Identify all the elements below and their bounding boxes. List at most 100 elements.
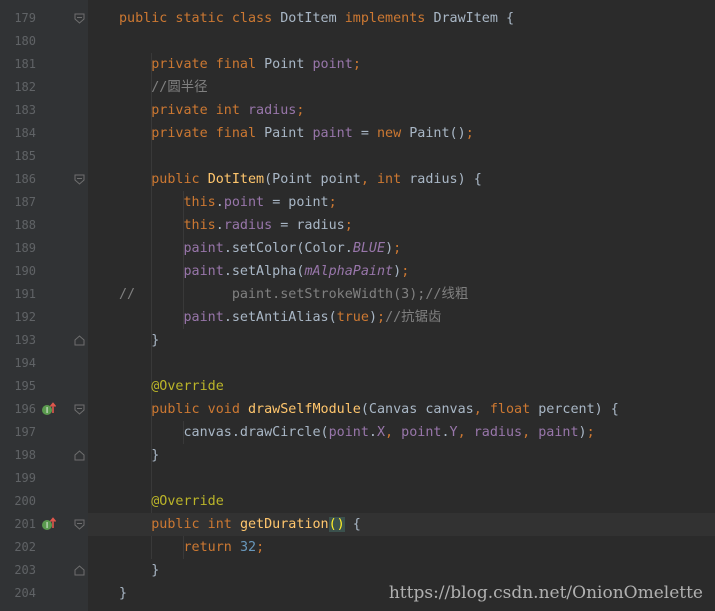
code-line[interactable]: 188 this.radius = radius; bbox=[0, 214, 715, 237]
code-token: //圆半径 bbox=[119, 80, 208, 95]
code-line[interactable]: 190 paint.setAlpha(mAlphaPaint); bbox=[0, 260, 715, 283]
code-token: true bbox=[336, 310, 369, 325]
code-text[interactable]: paint.setAlpha(mAlphaPaint); bbox=[88, 260, 715, 283]
code-line[interactable]: 187 this.point = point; bbox=[0, 191, 715, 214]
code-text[interactable]: this.radius = radius; bbox=[88, 214, 715, 237]
code-text[interactable]: paint.setColor(Color.BLUE); bbox=[88, 237, 715, 260]
code-token: radius bbox=[473, 425, 523, 440]
line-number: 196 bbox=[14, 402, 36, 416]
code-text[interactable]: @Override bbox=[88, 375, 715, 398]
code-text[interactable]: paint.setAntiAlias(true);//抗锯齿 bbox=[88, 306, 715, 329]
fold-toggle-icon[interactable] bbox=[74, 519, 85, 530]
code-token: public void bbox=[119, 402, 248, 417]
code-text[interactable]: public static class DotItem implements D… bbox=[88, 7, 715, 30]
line-number: 181 bbox=[14, 57, 36, 71]
code-token: radius bbox=[223, 218, 281, 233]
code-token: point bbox=[401, 425, 442, 440]
fold-toggle-icon[interactable] bbox=[74, 335, 85, 346]
fold-toggle-icon[interactable] bbox=[74, 565, 85, 576]
code-token: , bbox=[457, 425, 474, 440]
code-line[interactable]: 180 bbox=[0, 30, 715, 53]
code-line[interactable]: 197 canvas.drawCircle(point.X, point.Y, … bbox=[0, 421, 715, 444]
code-text[interactable]: this.point = point; bbox=[88, 191, 715, 214]
code-line[interactable]: 200 @Override bbox=[0, 490, 715, 513]
code-line[interactable]: 182 //圆半径 bbox=[0, 76, 715, 99]
code-token: @Override bbox=[119, 494, 224, 509]
code-line[interactable]: 191 // paint.setStrokeWidth(3);//线粗 bbox=[0, 283, 715, 306]
code-line[interactable]: 203 } bbox=[0, 559, 715, 582]
code-line[interactable]: 186 public DotItem(Point point, int radi… bbox=[0, 168, 715, 191]
code-text[interactable]: @Override bbox=[88, 490, 715, 513]
code-token: ; bbox=[344, 218, 353, 233]
code-text[interactable]: // paint.setStrokeWidth(3);//线粗 bbox=[88, 283, 715, 306]
line-number: 189 bbox=[14, 241, 36, 255]
code-token: new bbox=[377, 126, 410, 141]
code-token: paint bbox=[538, 425, 579, 440]
code-token: DotItem bbox=[280, 11, 345, 26]
code-line[interactable]: 202 return 32; bbox=[0, 536, 715, 559]
code-line[interactable]: 201 public int getDuration() {I bbox=[0, 513, 715, 536]
code-line[interactable]: 195 @Override bbox=[0, 375, 715, 398]
code-token: paint bbox=[312, 126, 361, 141]
code-line[interactable]: 196 public void drawSelfModule(Canvas ca… bbox=[0, 398, 715, 421]
code-token: public int bbox=[119, 517, 240, 532]
line-number: 188 bbox=[14, 218, 36, 232]
code-text[interactable]: private final Point point; bbox=[88, 53, 715, 76]
code-token: ; bbox=[393, 241, 402, 256]
line-number: 191 bbox=[14, 287, 36, 301]
code-token: .setAntiAlias( bbox=[223, 310, 337, 325]
code-token: implements bbox=[344, 11, 434, 26]
code-token: ) bbox=[368, 310, 377, 325]
svg-text:I: I bbox=[46, 406, 48, 415]
code-token: BLUE bbox=[352, 241, 386, 256]
code-line[interactable]: 179 public static class DotItem implement… bbox=[0, 7, 715, 30]
code-token: . bbox=[441, 425, 450, 440]
code-line[interactable]: 193 } bbox=[0, 329, 715, 352]
code-text[interactable]: private final Paint paint = new Paint(); bbox=[88, 122, 715, 145]
code-line[interactable]: 184 private final Paint paint = new Pain… bbox=[0, 122, 715, 145]
code-line[interactable]: 192 paint.setAntiAlias(true);//抗锯齿 bbox=[0, 306, 715, 329]
code-token: private final bbox=[119, 57, 265, 72]
code-token: , float bbox=[473, 402, 539, 417]
code-line[interactable]: 183 private int radius; bbox=[0, 99, 715, 122]
fold-toggle-icon[interactable] bbox=[74, 404, 85, 415]
code-line[interactable]: 181 private final Point point; bbox=[0, 53, 715, 76]
code-token: point bbox=[223, 195, 273, 210]
code-line[interactable]: 198 } bbox=[0, 444, 715, 467]
code-text[interactable]: public DotItem(Point point, int radius) … bbox=[88, 168, 715, 191]
code-text[interactable]: return 32; bbox=[88, 536, 715, 559]
fold-toggle-icon[interactable] bbox=[74, 13, 85, 24]
code-token: ) bbox=[393, 264, 402, 279]
code-token: ; bbox=[296, 103, 305, 118]
code-text[interactable]: private int radius; bbox=[88, 99, 715, 122]
code-line[interactable]: 185 bbox=[0, 145, 715, 168]
code-line[interactable]: 194 bbox=[0, 352, 715, 375]
code-token: ; bbox=[352, 57, 361, 72]
code-token: // paint.setStrokeWidth(3);//线粗 bbox=[119, 287, 469, 302]
code-token: @Override bbox=[119, 379, 224, 394]
code-text[interactable]: } bbox=[88, 444, 715, 467]
code-token: getDuration bbox=[239, 517, 329, 532]
code-token: , bbox=[385, 425, 402, 440]
code-token: Y bbox=[449, 425, 458, 440]
code-token: . bbox=[368, 425, 377, 440]
code-line[interactable]: 189 paint.setColor(Color.BLUE); bbox=[0, 237, 715, 260]
code-text[interactable]: public int getDuration() { bbox=[88, 513, 715, 536]
fold-toggle-icon[interactable] bbox=[74, 450, 85, 461]
line-number: 203 bbox=[14, 563, 36, 577]
code-text[interactable]: public void drawSelfModule(Canvas canvas… bbox=[88, 398, 715, 421]
code-token: DrawItem { bbox=[433, 11, 515, 26]
fold-toggle-icon[interactable] bbox=[74, 174, 85, 185]
code-token: canvas.drawCircle( bbox=[119, 425, 329, 440]
code-text[interactable]: } bbox=[88, 329, 715, 352]
code-text[interactable]: //圆半径 bbox=[88, 76, 715, 99]
code-token: , bbox=[522, 425, 539, 440]
code-token: = point bbox=[272, 195, 329, 210]
implements-method-icon[interactable]: I bbox=[41, 517, 57, 531]
code-text[interactable]: canvas.drawCircle(point.X, point.Y, radi… bbox=[88, 421, 715, 444]
line-number: 199 bbox=[14, 471, 36, 485]
code-text[interactable]: } bbox=[88, 559, 715, 582]
code-token: } bbox=[119, 333, 160, 348]
code-line[interactable]: 199 bbox=[0, 467, 715, 490]
implements-method-icon[interactable]: I bbox=[41, 402, 57, 416]
